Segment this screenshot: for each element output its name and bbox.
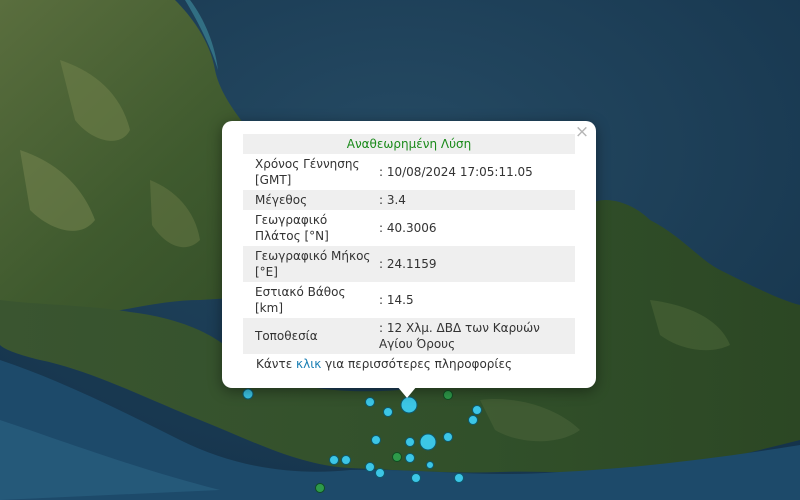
earthquake-marker[interactable]: [341, 455, 351, 465]
earthquake-marker[interactable]: [468, 415, 478, 425]
table-row: Γεωγραφικό Μήκος [°E] : 24.1159: [243, 246, 575, 282]
revised-solution-header: Αναθεωρημένη Λύση: [243, 134, 575, 154]
more-info-prefix: Κάντε: [256, 357, 297, 371]
earthquake-marker[interactable]: [315, 483, 325, 493]
longitude-value: : 24.1159: [379, 246, 575, 282]
earthquake-marker[interactable]: [365, 397, 375, 407]
revised-solution-header-row: Αναθεωρημένη Λύση: [243, 134, 575, 154]
earthquake-marker[interactable]: [383, 407, 393, 417]
table-row: Μέγεθος : 3.4: [243, 190, 575, 210]
longitude-label: Γεωγραφικό Μήκος [°E]: [243, 246, 379, 282]
earthquake-info-table: Αναθεωρημένη Λύση Χρόνος Γέννησης [GMT] …: [243, 134, 575, 354]
earthquake-marker[interactable]: [405, 437, 415, 447]
earthquake-marker[interactable]: [400, 396, 418, 414]
location-label: Τοποθεσία: [243, 318, 379, 354]
popup-tip: [397, 386, 417, 398]
earthquake-marker[interactable]: [329, 455, 339, 465]
earthquake-marker[interactable]: [375, 468, 385, 478]
earthquake-marker[interactable]: [472, 405, 482, 415]
earthquake-marker[interactable]: [365, 462, 375, 472]
origin-time-label: Χρόνος Γέννησης [GMT]: [255, 157, 360, 187]
table-row: Εστιακό Βάθος [km] : 14.5: [243, 282, 575, 318]
table-row: Τοποθεσία : 12 Χλμ. ΔΒΔ των Καρυών Αγίου…: [243, 318, 575, 354]
more-info-text: Κάντε κλικ για περισσότερες πληροφορίες: [256, 357, 512, 371]
table-row: Γεωγραφικό Πλάτος [°N] : 40.3006: [243, 210, 575, 246]
earthquake-marker[interactable]: [419, 433, 437, 451]
earthquake-marker[interactable]: [392, 452, 402, 462]
earthquake-marker[interactable]: [443, 432, 453, 442]
earthquake-popup: × Αναθεωρημένη Λύση Χρόνος Γέννησης [GMT…: [222, 121, 596, 388]
earthquake-marker[interactable]: [371, 435, 381, 445]
earthquake-marker[interactable]: [443, 390, 453, 400]
origin-time-value: : 10/08/2024 17:05:11.05: [379, 165, 533, 179]
earthquake-marker[interactable]: [242, 388, 254, 400]
more-info-suffix: για περισσότερες πληροφορίες: [321, 357, 512, 371]
latitude-label: Γεωγραφικό Πλάτος [°N]: [255, 213, 329, 243]
depth-value: : 14.5: [379, 293, 414, 307]
close-icon[interactable]: ×: [574, 123, 590, 141]
earthquake-marker[interactable]: [454, 473, 464, 483]
depth-label: Εστιακό Βάθος [km]: [255, 285, 346, 315]
earthquake-marker[interactable]: [426, 461, 434, 469]
earthquake-marker[interactable]: [411, 473, 421, 483]
magnitude-label: Μέγεθος: [243, 190, 379, 210]
latitude-value: : 40.3006: [379, 221, 437, 235]
magnitude-value: : 3.4: [379, 190, 575, 210]
table-row: Χρόνος Γέννησης [GMT] : 10/08/2024 17:05…: [243, 154, 575, 190]
location-value: : 12 Χλμ. ΔΒΔ των Καρυών Αγίου Όρους: [379, 318, 575, 354]
earthquake-marker[interactable]: [405, 453, 415, 463]
more-info-link[interactable]: κλικ: [296, 357, 321, 371]
